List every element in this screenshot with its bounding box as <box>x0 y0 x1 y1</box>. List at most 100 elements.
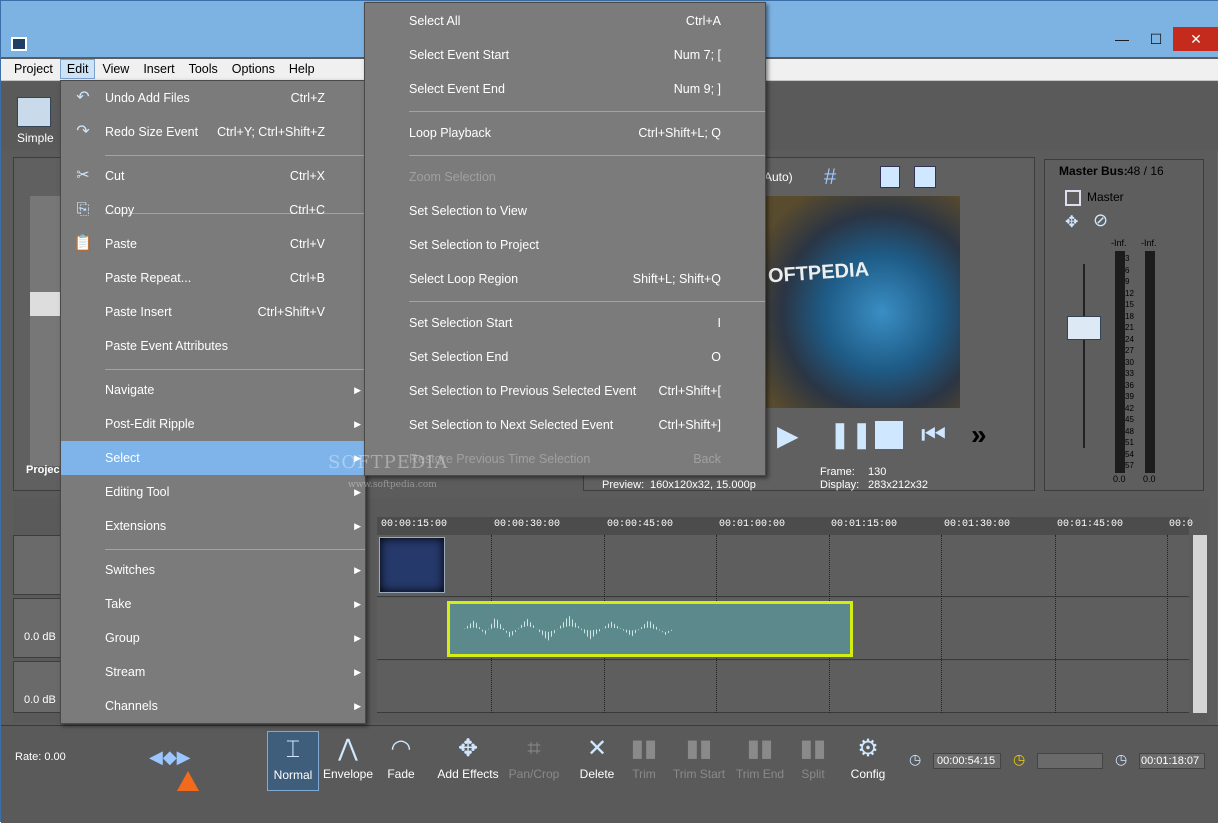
video-track[interactable] <box>377 535 1189 597</box>
menu-insert[interactable]: Insert <box>136 59 181 79</box>
shuttle-icon[interactable]: ◀◆▶ <box>149 747 191 768</box>
copy-snapshot-icon[interactable] <box>880 166 900 188</box>
audio-track-1-header[interactable]: 0.0 dB <box>13 598 63 658</box>
edit-menu-extensions[interactable]: Extensions ▶ <box>61 509 367 543</box>
menu-project[interactable]: Project <box>7 59 60 79</box>
edit-menu-take[interactable]: Take ▶ <box>61 587 367 621</box>
menu-edit[interactable]: Edit <box>59 59 96 79</box>
meter-scale-tick: 6 <box>1125 265 1130 275</box>
submenu-arrow-icon: ▶ <box>354 521 361 531</box>
select-menu-zoom-selection[interactable]: Zoom Selection <box>365 160 767 194</box>
menu-help[interactable]: Help <box>282 59 322 79</box>
pan-crop-tool[interactable]: ⌗ Pan/Crop <box>505 731 563 781</box>
menu-tools[interactable]: Tools <box>182 59 225 79</box>
master-icon[interactable] <box>1065 190 1081 206</box>
fast-forward-icon[interactable]: » <box>971 419 987 451</box>
select-menu-set-selection-to-previous-selected-event[interactable]: Set Selection to Previous Selected Event… <box>365 374 767 408</box>
edit-menu-undo-add-files[interactable]: ↶ Undo Add Files Ctrl+Z <box>61 81 367 115</box>
close-button[interactable]: ✕ <box>1173 27 1218 51</box>
split-tool[interactable]: ▮▮ Split <box>793 731 833 781</box>
edit-menu-group[interactable]: Group ▶ <box>61 621 367 655</box>
select-menu-select-event-start[interactable]: Select Event Start Num 7; [ <box>365 38 767 72</box>
edit-menu-select[interactable]: Select ▶ <box>61 441 367 475</box>
maximize-button[interactable]: ☐ <box>1139 27 1173 51</box>
grid-icon[interactable]: # <box>824 164 836 190</box>
go-to-start-icon[interactable]: ⏮ <box>921 419 946 452</box>
pan-icon[interactable]: ✥ <box>1065 212 1078 232</box>
select-menu-set-selection-end[interactable]: Set Selection End O <box>365 340 767 374</box>
save-snapshot-icon[interactable] <box>914 166 936 188</box>
edit-menu-cut[interactable]: ✂ Cut Ctrl+X <box>61 159 367 193</box>
select-menu-set-selection-start[interactable]: Set Selection Start I <box>365 306 767 340</box>
edit-menu-editing-tool[interactable]: Editing Tool ▶ <box>61 475 367 509</box>
meter-bottom-right: 0.0 <box>1143 474 1156 484</box>
meter-bottom-left: 0.0 <box>1113 474 1126 484</box>
meter-scale-tick: 39 <box>1125 392 1134 401</box>
video-track-header[interactable] <box>13 535 63 595</box>
menu-item-label: Redo Size Event <box>105 125 199 139</box>
menu-item-label: Paste <box>105 237 137 251</box>
select-menu-select-loop-region[interactable]: Select Loop Region Shift+L; Shift+Q <box>365 262 767 296</box>
select-menu-select-all[interactable]: Select All Ctrl+A <box>365 4 767 38</box>
ruler-tick: 00:01:30:00 <box>944 519 1011 530</box>
menu-item-shortcut: Back <box>693 452 721 466</box>
select-menu-select-event-end[interactable]: Select Event End Num 9; ] <box>365 72 767 106</box>
audio-event-selected[interactable] <box>447 601 853 657</box>
edit-menu-paste[interactable]: 📋 Paste Ctrl+V <box>61 227 367 261</box>
select-submenu: Select All Ctrl+A Select Event Start Num 7;… <box>364 2 766 476</box>
edit-menu-stream[interactable]: Stream ▶ <box>61 655 367 689</box>
edit-menu-paste-event-attributes[interactable]: Paste Event Attributes <box>61 329 367 363</box>
pause-icon[interactable]: ❚❚ <box>829 419 873 450</box>
add-effects-tool[interactable]: ✥ Add Effects <box>435 731 501 781</box>
select-menu-set-selection-to-view[interactable]: Set Selection to View <box>365 194 767 228</box>
select-menu-loop-playback[interactable]: Loop Playback Ctrl+Shift+L; Q <box>365 116 767 150</box>
menu-options[interactable]: Options <box>225 59 282 79</box>
edit-menu-post-edit-ripple[interactable]: Post-Edit Ripple ▶ <box>61 407 367 441</box>
edit-menu-copy[interactable]: ⎘ Copy Ctrl+C <box>61 193 367 227</box>
edit-menu-paste-insert[interactable]: Paste Insert Ctrl+Shift+V <box>61 295 367 329</box>
meter-scale: 3 6 9 12 15 18 21 24 27 30 33 36 39 42 45 48 51 54 57 <box>1125 254 1143 472</box>
rate-slider-handle[interactable] <box>177 771 199 791</box>
edit-menu-redo-size-event[interactable]: ↷ Redo Size Event Ctrl+Y; Ctrl+Shift+Z <box>61 115 367 149</box>
trim-start-icon: ▮▮ <box>685 735 713 762</box>
trim-end-tool[interactable]: ▮▮ Trim End <box>733 731 787 781</box>
selection-length-field[interactable] <box>1037 753 1103 769</box>
config-tool[interactable]: ⚙ Config <box>847 731 889 781</box>
trim-start-tool[interactable]: ▮▮ Trim Start <box>671 731 727 781</box>
edit-menu-navigate[interactable]: Navigate ▶ <box>61 373 367 407</box>
menu-view[interactable]: View <box>95 59 136 79</box>
frame-value: 130 <box>868 466 887 478</box>
fade-tool[interactable]: ◠ Fade <box>379 731 423 781</box>
menu-item-label: Group <box>105 631 140 645</box>
select-menu-set-selection-to-next-selected-event[interactable]: Set Selection to Next Selected Event Ctrl… <box>365 408 767 442</box>
stop-icon[interactable] <box>875 421 903 449</box>
menu-item-shortcut: Num 7; [ <box>673 48 721 62</box>
meter-scale-tick: 30 <box>1125 357 1134 367</box>
edit-menu-paste-repeat[interactable]: Paste Repeat... Ctrl+B <box>61 261 367 295</box>
trim-tool[interactable]: ▮▮ Trim <box>625 731 663 781</box>
meter-scale-tick: 54 <box>1125 449 1134 459</box>
mute-icon[interactable]: ⊘ <box>1093 210 1108 231</box>
edit-menu-switches[interactable]: Switches ▶ <box>61 553 367 587</box>
master-volume-fader[interactable] <box>1067 316 1101 340</box>
preview-quality[interactable]: Auto) <box>764 170 793 184</box>
envelope-tool[interactable]: ⋀ Envelope <box>321 731 375 781</box>
meter-scale-tick: 33 <box>1125 369 1134 378</box>
edit-menu-channels[interactable]: Channels ▶ <box>61 689 367 723</box>
menu-separator <box>409 111 765 112</box>
delete-tool[interactable]: ✕ Delete <box>575 731 619 781</box>
audio-track-2[interactable] <box>377 661 1189 713</box>
play-icon[interactable]: ▶ <box>777 419 799 452</box>
audio-track-2-header[interactable]: 0.0 dB <box>13 661 63 713</box>
video-event[interactable] <box>379 537 445 593</box>
minimize-button[interactable]: — <box>1105 27 1139 51</box>
project-tab[interactable]: Projec <box>26 464 60 476</box>
simple-mode-label: Simple <box>17 131 54 145</box>
timeline-vertical-scrollbar[interactable] <box>1193 535 1207 713</box>
simple-mode-icon[interactable] <box>17 97 51 127</box>
menu-item-label: Loop Playback <box>409 126 492 140</box>
normal-edit-tool[interactable]: ⌶ Normal <box>267 731 319 791</box>
menu-item-label: Select All <box>409 14 461 28</box>
menu-item-shortcut: Ctrl+Shift+] <box>658 418 721 432</box>
select-menu-set-selection-to-project[interactable]: Set Selection to Project <box>365 228 767 262</box>
